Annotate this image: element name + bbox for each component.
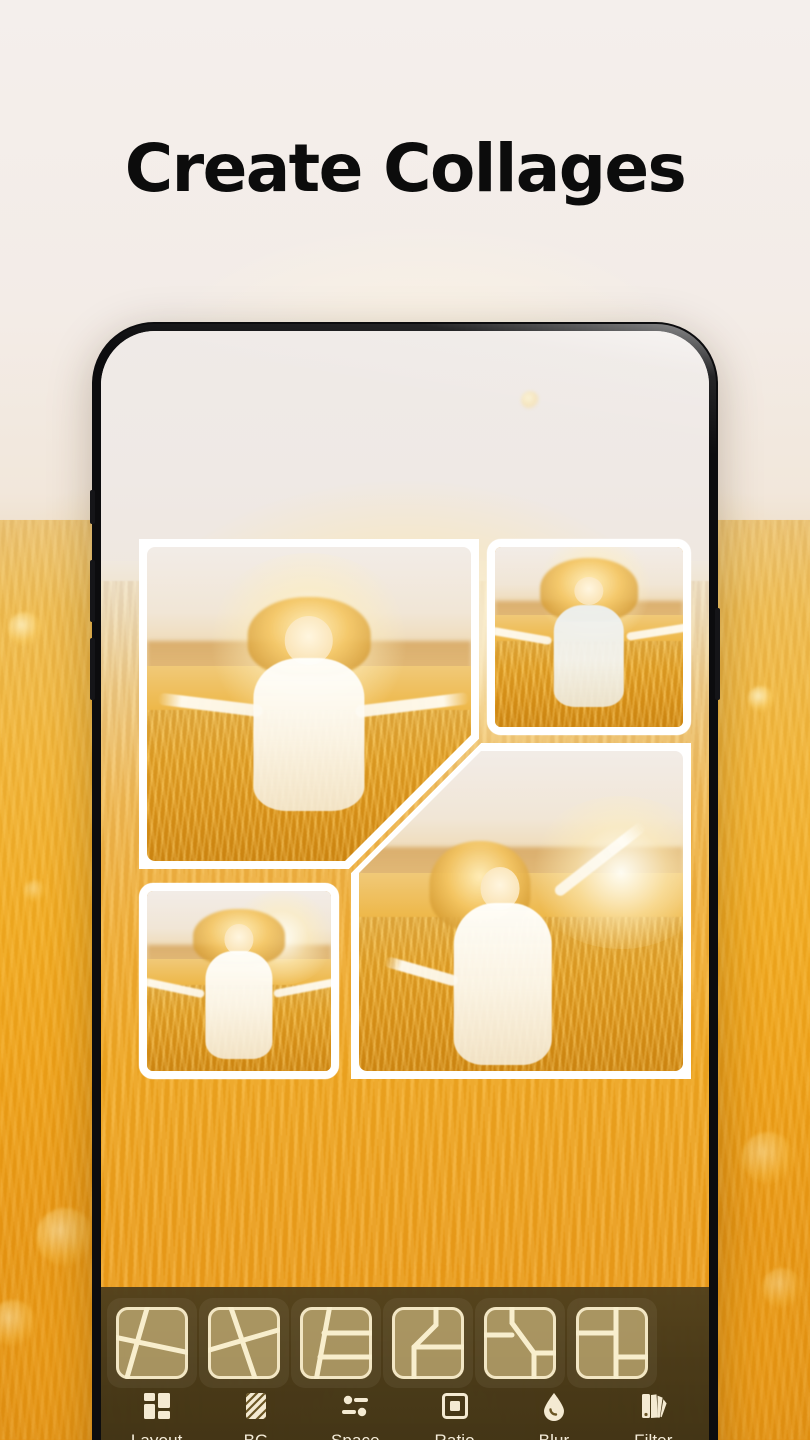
editor-toolbar: Layout: [101, 1287, 709, 1440]
tool-button-layout[interactable]: Layout: [111, 1390, 203, 1440]
bokeh-light: [24, 880, 46, 902]
bokeh-light: [742, 1132, 794, 1184]
layout-thumbnail-diagonal-star: [208, 1307, 280, 1379]
layout-option-1[interactable]: [107, 1298, 197, 1388]
layout-thumbnail-rect-grid: [576, 1307, 648, 1379]
tool-button-blur[interactable]: Blur: [508, 1390, 600, 1440]
droplet-icon: [538, 1390, 570, 1422]
bokeh-light: [748, 686, 774, 712]
phone-volume-up-button: [90, 560, 95, 622]
layout-thumbnail-diagonal-cross: [116, 1307, 188, 1379]
collage-panel-top-right[interactable]: [487, 539, 691, 735]
collage-photo-2: [495, 547, 683, 727]
tool-button-space[interactable]: Space: [309, 1390, 401, 1440]
phone-silent-switch: [90, 490, 95, 524]
layout-options-row[interactable]: [101, 1295, 709, 1391]
swatch-fan-icon: [637, 1390, 669, 1422]
layout-option-4[interactable]: [383, 1298, 473, 1388]
layout-thumbnail-slanted-split: [300, 1307, 372, 1379]
phone-mockup: Layout: [90, 322, 720, 1440]
sliders-icon: [339, 1390, 371, 1422]
phone-power-button: [715, 608, 720, 700]
hatched-square-icon: [240, 1390, 272, 1422]
layout-option-3[interactable]: [291, 1298, 381, 1388]
bokeh-light: [521, 391, 539, 409]
tool-button-ratio[interactable]: Ratio: [409, 1390, 501, 1440]
tool-buttons-row[interactable]: Layout: [101, 1390, 709, 1440]
bokeh-light: [762, 1268, 802, 1308]
layout-option-5[interactable]: [475, 1298, 565, 1388]
grid-icon: [141, 1390, 173, 1422]
tool-label-ratio: Ratio: [435, 1431, 475, 1440]
layout-thumbnail-angled-corner-mirror: [484, 1307, 556, 1379]
phone-volume-down-button: [90, 638, 95, 700]
layout-option-2[interactable]: [199, 1298, 289, 1388]
tool-label-bg: BG: [244, 1431, 269, 1440]
tool-label-filter: Filter: [634, 1431, 672, 1440]
tool-button-bg[interactable]: BG: [210, 1390, 302, 1440]
nested-square-icon: [439, 1390, 471, 1422]
tool-label-blur: Blur: [539, 1431, 570, 1440]
bokeh-light: [36, 1208, 94, 1266]
poster-root: Create Collages: [0, 0, 810, 1440]
tool-button-filter[interactable]: Filter: [607, 1390, 699, 1440]
page-title: Create Collages: [124, 130, 687, 207]
collage-canvas[interactable]: [139, 539, 691, 1079]
layout-thumbnail-angled-corner: [392, 1307, 464, 1379]
bokeh-light: [8, 612, 42, 646]
tool-label-space: Space: [331, 1431, 380, 1440]
phone-screen: Layout: [101, 331, 709, 1440]
collage-photo-3: [147, 891, 331, 1071]
layout-option-6[interactable]: [567, 1298, 657, 1388]
tool-label-layout: Layout: [131, 1431, 183, 1440]
collage-panel-bottom-left[interactable]: [139, 883, 339, 1079]
